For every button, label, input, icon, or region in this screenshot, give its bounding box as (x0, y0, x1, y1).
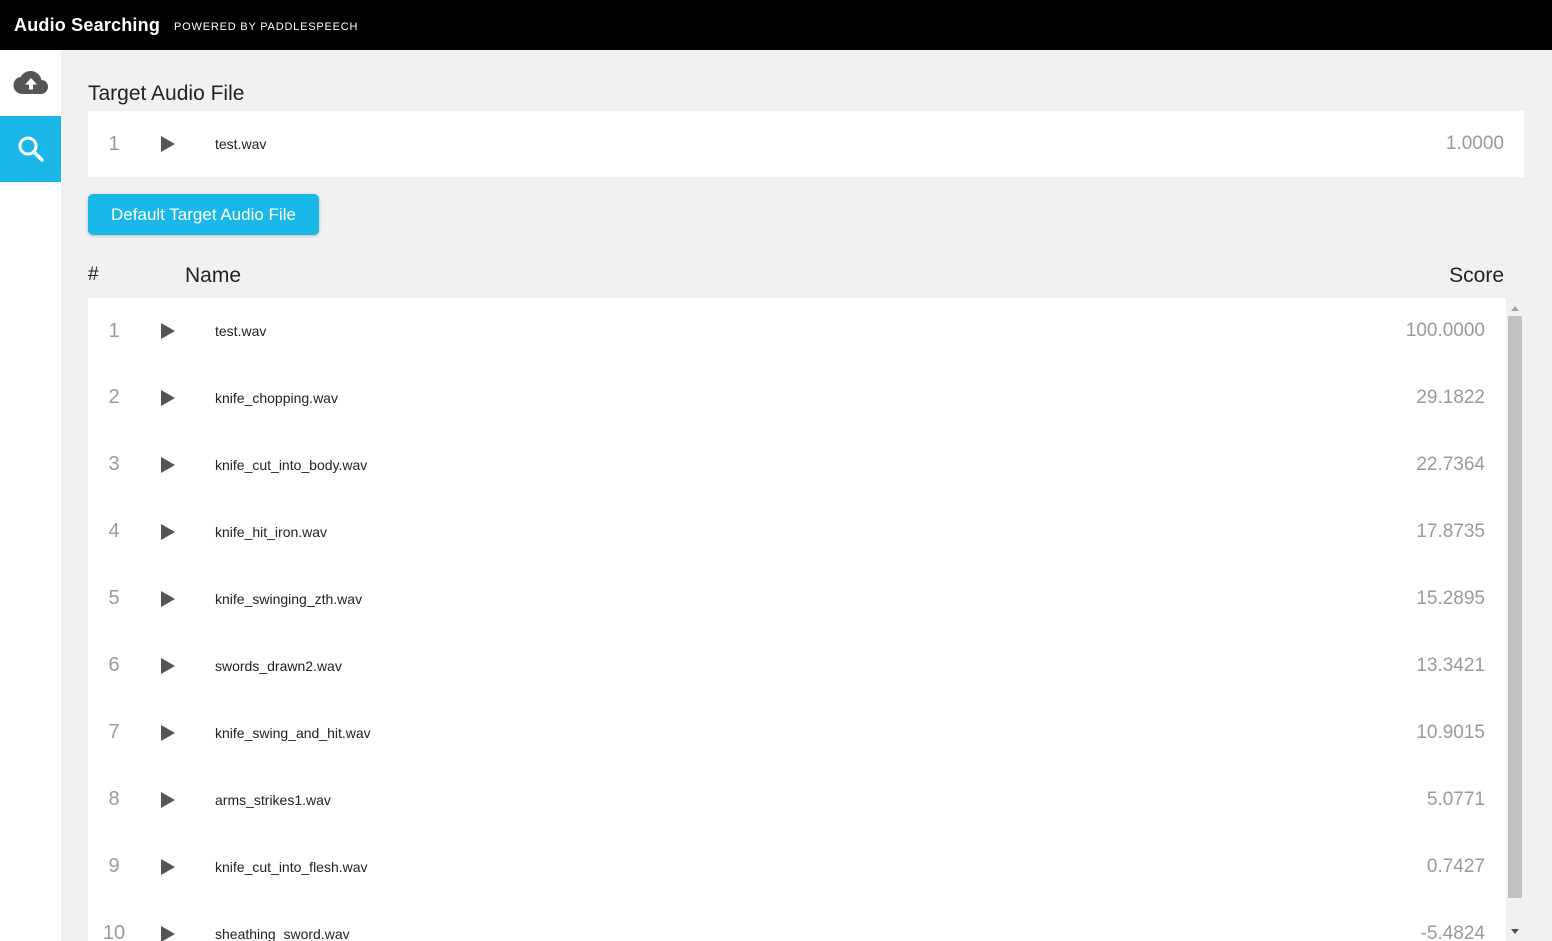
play-icon (161, 858, 175, 875)
file-name: knife_cut_into_flesh.wav (215, 858, 368, 875)
play-icon (161, 523, 175, 540)
file-name: arms_strikes1.wav (215, 791, 331, 808)
score-value: 29.1822 (1416, 386, 1485, 408)
cloud-upload-icon (13, 71, 48, 94)
scroll-up-arrow-icon[interactable] (1506, 300, 1524, 316)
play-icon (161, 590, 175, 607)
main-content: Target Audio File 1 test.wav 1.0000 Defa… (88, 50, 1524, 941)
play-button[interactable] (148, 724, 188, 742)
row-number: 6 (108, 654, 120, 676)
play-button[interactable] (148, 791, 188, 809)
play-icon (161, 657, 175, 674)
play-button[interactable] (148, 456, 188, 474)
play-button[interactable] (148, 657, 188, 675)
row-number: 2 (108, 386, 120, 408)
table-row: 5 knife_swinging_zth.wav 15.2895 (88, 565, 1506, 632)
play-icon (161, 791, 175, 808)
table-row: 9 knife_cut_into_flesh.wav 0.7427 (88, 833, 1506, 900)
row-number: 3 (108, 453, 120, 475)
column-header-score: Score (1449, 264, 1504, 287)
play-button[interactable] (148, 523, 188, 541)
table-row: 6 swords_drawn2.wav 13.3421 (88, 632, 1506, 699)
search-icon (18, 136, 44, 162)
row-number: 1 (108, 319, 120, 342)
score-value: 22.7364 (1416, 453, 1485, 475)
row-number: 10 (102, 922, 126, 941)
app-subtitle: POWERED BY PADDLESPEECH (174, 21, 359, 33)
top-bar: Audio Searching POWERED BY PADDLESPEECH (0, 0, 1552, 50)
play-icon (161, 925, 175, 941)
sidebar-item-upload[interactable] (0, 50, 61, 116)
file-name: knife_swinging_zth.wav (215, 590, 363, 607)
play-button[interactable] (148, 590, 188, 608)
file-name: knife_chopping.wav (215, 389, 338, 406)
column-header-name: Name (185, 264, 242, 287)
right-margin (1524, 50, 1552, 941)
target-section-title: Target Audio File (88, 82, 245, 105)
play-button[interactable] (148, 322, 188, 340)
file-name: test.wav (215, 323, 267, 339)
table-row: 8 arms_strikes1.wav 5.0771 (88, 766, 1506, 833)
app-title: Audio Searching (14, 14, 161, 35)
sidebar (0, 50, 61, 941)
column-header-number: # (88, 264, 99, 285)
play-icon (161, 136, 175, 152)
scrollbar-thumb[interactable] (1508, 316, 1522, 898)
target-audio-row: 1 test.wav 1.0000 (88, 111, 1524, 177)
row-number: 8 (108, 788, 120, 810)
table-row: 3 knife_cut_into_body.wav 22.7364 (88, 431, 1506, 498)
sidebar-item-search[interactable] (0, 116, 61, 182)
score-value: 100.0000 (1405, 320, 1485, 341)
row-number: 9 (108, 855, 120, 877)
file-name: knife_hit_iron.wav (215, 523, 328, 540)
scrollbar[interactable] (1506, 298, 1524, 941)
score-value: 5.0771 (1426, 788, 1485, 810)
score-value: 15.2895 (1416, 587, 1485, 609)
score-value: 1.0000 (1445, 133, 1504, 154)
score-value: -5.4824 (1420, 922, 1485, 941)
table-row: 7 knife_swing_and_hit.wav 10.9015 (88, 699, 1506, 766)
default-target-audio-button[interactable]: Default Target Audio File (88, 194, 319, 235)
file-name: knife_cut_into_body.wav (215, 456, 368, 473)
table-row: 4 knife_hit_iron.wav 17.8735 (88, 498, 1506, 565)
file-name: knife_swing_and_hit.wav (215, 724, 371, 741)
play-button[interactable] (148, 925, 188, 941)
play-button[interactable] (148, 389, 188, 407)
score-value: 17.8735 (1416, 520, 1485, 542)
table-row: 2 knife_chopping.wav 29.1822 (88, 364, 1506, 431)
row-number: 4 (108, 520, 120, 542)
results-list: 1 test.wav 100.0000 2 knife_chopping.wav 29.1… (88, 298, 1524, 941)
play-icon (161, 323, 175, 339)
play-button[interactable] (148, 858, 188, 876)
file-name: sheathing_sword.wav (215, 925, 350, 941)
play-icon (161, 456, 175, 473)
score-value: 13.3421 (1416, 654, 1485, 676)
play-icon (161, 389, 175, 406)
scroll-down-arrow-icon[interactable] (1506, 923, 1524, 939)
file-name: swords_drawn2.wav (215, 657, 342, 674)
table-row: 10 sheathing_sword.wav -5.4824 (88, 900, 1506, 941)
row-number: 1 (108, 132, 120, 155)
score-value: 0.7427 (1426, 855, 1485, 877)
row-number: 5 (108, 587, 120, 609)
table-row: 1 test.wav 100.0000 (88, 298, 1506, 364)
score-value: 10.9015 (1416, 721, 1485, 743)
play-button[interactable] (148, 135, 188, 153)
row-number: 7 (108, 721, 120, 743)
file-name: test.wav (215, 136, 267, 152)
play-icon (161, 724, 175, 741)
